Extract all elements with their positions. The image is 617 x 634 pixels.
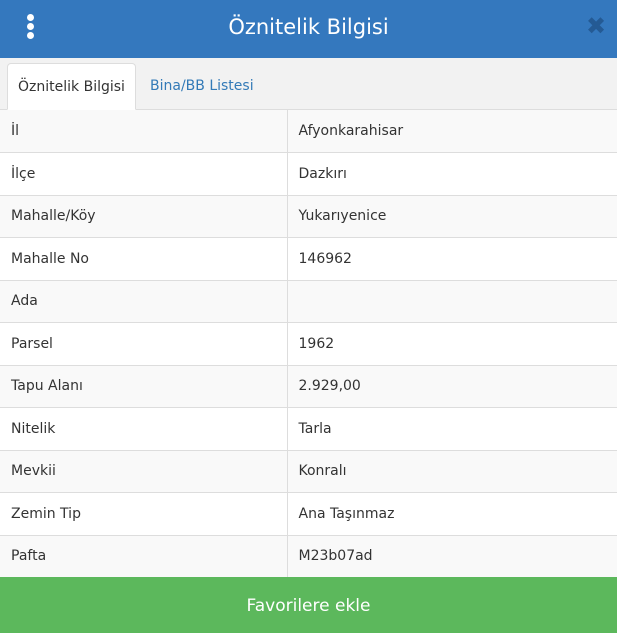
- attribute-key: Mahalle/Köy: [0, 195, 288, 238]
- table-row: Mahalle No 146962: [0, 237, 617, 281]
- attribute-key: Zemin Tip: [0, 492, 288, 536]
- tab-bina-bb-listesi[interactable]: Bina/BB Listesi: [140, 63, 264, 110]
- attribute-key: Parsel: [0, 322, 288, 366]
- table-row: İl Afyonkarahisar: [0, 110, 617, 153]
- close-icon[interactable]: ✖: [585, 14, 607, 38]
- table-row: Ada: [0, 280, 617, 323]
- attribute-key: Mahalle No: [0, 237, 288, 281]
- attribute-key: Pafta: [0, 535, 288, 578]
- attribute-key: İlçe: [0, 152, 288, 196]
- attribute-table: İl Afyonkarahisar İlçe Dazkırı Mahalle/K…: [0, 110, 617, 578]
- tab-bar: Öznitelik Bilgisi Bina/BB Listesi: [0, 58, 617, 110]
- attribute-key: Tapu Alanı: [0, 365, 288, 408]
- attribute-table-container: İl Afyonkarahisar İlçe Dazkırı Mahalle/K…: [0, 110, 617, 578]
- attribute-key: Ada: [0, 280, 288, 323]
- table-row: Pafta M23b07ad: [0, 535, 617, 578]
- table-row: Mevkii Konralı: [0, 450, 617, 493]
- attribute-value: 146962: [287, 237, 617, 281]
- table-row: Zemin Tip Ana Taşınmaz: [0, 492, 617, 536]
- table-row: Mahalle/Köy Yukarıyenice: [0, 195, 617, 238]
- attribute-value: Dazkırı: [287, 152, 617, 196]
- attribute-value: Ana Taşınmaz: [287, 492, 617, 536]
- attribute-value: 1962: [287, 322, 617, 366]
- table-row: Parsel 1962: [0, 322, 617, 366]
- table-row: İlçe Dazkırı: [0, 152, 617, 196]
- attribute-key: Mevkii: [0, 450, 288, 493]
- attribute-value: M23b07ad: [287, 535, 617, 578]
- attribute-value: Konralı: [287, 450, 617, 493]
- dialog-title: Öznitelik Bilgisi: [228, 15, 389, 39]
- attribute-value: Tarla: [287, 407, 617, 451]
- attribute-value: Yukarıyenice: [287, 195, 617, 238]
- tab-oznitelik-bilgisi[interactable]: Öznitelik Bilgisi: [7, 63, 136, 110]
- attribute-key: İl: [0, 110, 288, 153]
- add-to-favorites-button[interactable]: Favorilere ekle: [0, 577, 617, 633]
- attribute-value: [287, 280, 617, 323]
- table-row: Nitelik Tarla: [0, 407, 617, 451]
- dialog-header: Öznitelik Bilgisi ✖: [0, 0, 617, 58]
- table-row: Tapu Alanı 2.929,00: [0, 365, 617, 408]
- attribute-value: Afyonkarahisar: [287, 110, 617, 153]
- attribute-value: 2.929,00: [287, 365, 617, 408]
- attribute-key: Nitelik: [0, 407, 288, 451]
